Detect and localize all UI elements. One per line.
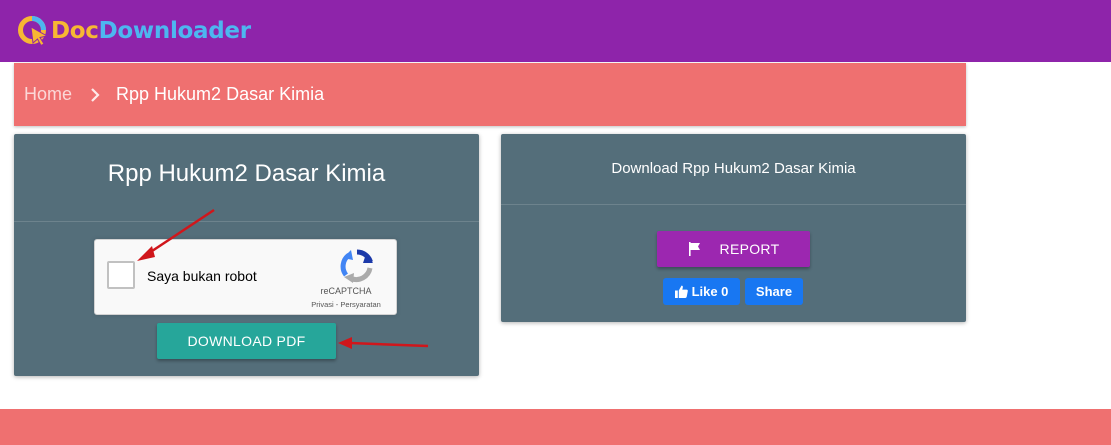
document-card: Rpp Hukum2 Dasar Kimia Saya bukan robot … — [14, 134, 479, 376]
recaptcha-label: Saya bukan robot — [147, 268, 257, 284]
site-logo[interactable]: DocDownloader — [16, 13, 251, 49]
card-divider — [501, 204, 966, 205]
logo-text-downloader: Downloader — [98, 18, 251, 44]
breadcrumb-home-link[interactable]: Home — [24, 84, 72, 105]
breadcrumb-current: Rpp Hukum2 Dasar Kimia — [116, 84, 325, 104]
download-card-title: Download Rpp Hukum2 Dasar Kimia — [611, 160, 856, 177]
facebook-like-button[interactable]: Like 0 — [663, 278, 740, 305]
recaptcha-checkbox[interactable] — [107, 261, 135, 289]
breadcrumb: Home Rpp Hukum2 Dasar Kimia — [14, 63, 966, 126]
doc-downloader-logo-icon — [18, 16, 49, 47]
download-pdf-button[interactable]: DOWNLOAD PDF — [157, 323, 336, 359]
top-header: DocDownloader — [0, 0, 1111, 62]
logo-text: DocDownloader — [51, 18, 251, 44]
download-card: Download Rpp Hukum2 Dasar Kimia REPORT L… — [501, 134, 966, 322]
facebook-share-button[interactable]: Share — [745, 278, 803, 305]
flag-icon — [688, 242, 702, 256]
like-label: Like 0 — [691, 284, 729, 299]
recaptcha-privacy-terms-links[interactable]: Privasi - Persyaratan — [300, 300, 392, 309]
document-title: Rpp Hukum2 Dasar Kimia — [107, 160, 386, 187]
report-button[interactable]: REPORT — [657, 231, 810, 267]
thumbs-up-icon — [674, 285, 688, 298]
chevron-right-icon — [90, 87, 100, 103]
recaptcha-brand: reCAPTCHA — [320, 286, 372, 296]
logo-text-doc: Doc — [51, 18, 99, 44]
recaptcha-widget: Saya bukan robot reCAPTCHA Privasi - Per… — [94, 239, 397, 315]
recaptcha-logo-icon — [340, 249, 373, 283]
report-label: REPORT — [719, 241, 780, 257]
card-divider — [14, 221, 479, 222]
footer-bar — [0, 409, 1111, 445]
